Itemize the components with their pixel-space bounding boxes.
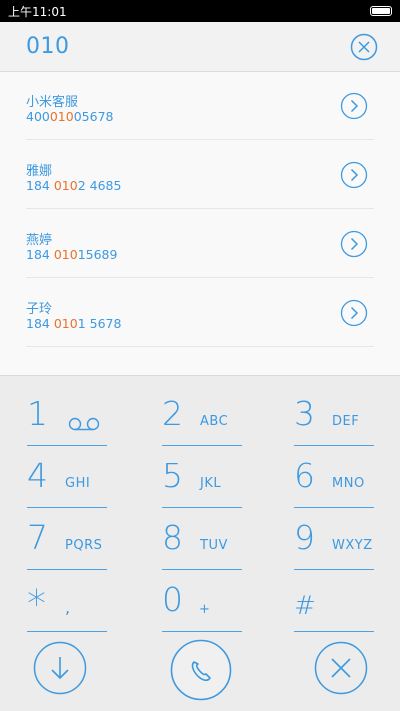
contact-results-list: 小米客服 40001005678 雅娜 184 0102 4685 燕婷 184… [0, 72, 400, 376]
match-highlight: 010 [53, 247, 78, 262]
key-letters: PQRS [65, 538, 103, 553]
key-letters: , [65, 598, 71, 617]
match-highlight: 010 [49, 109, 74, 124]
key-digit: * [27, 582, 46, 626]
key-star[interactable]: * , [27, 582, 107, 632]
key-2[interactable]: 2 ABC [162, 396, 242, 446]
key-8[interactable]: 8 TUV [162, 520, 242, 570]
key-letters: WXYZ [332, 538, 373, 553]
key-letters: JKL [200, 476, 222, 491]
contact-item[interactable]: 雅娜 184 0102 4685 [0, 141, 400, 209]
voicemail-icon [68, 417, 100, 431]
key-letters: + [199, 602, 211, 617]
key-1[interactable]: 1 [27, 396, 107, 446]
chevron-right-icon[interactable] [340, 299, 368, 327]
close-circle-icon[interactable] [350, 33, 378, 61]
key-letters: ABC [200, 414, 229, 429]
contact-name: 子玲 [26, 302, 53, 317]
key-9[interactable]: 9 WXYZ [294, 520, 374, 570]
key-0[interactable]: 0 + [162, 582, 242, 632]
contact-name: 燕婷 [26, 233, 53, 248]
key-digit: 7 [27, 518, 48, 557]
key-5[interactable]: 5 JKL [162, 458, 242, 508]
key-3[interactable]: 3 DEF [294, 396, 374, 446]
contact-number: 184 0101 5678 [26, 316, 122, 331]
contact-item[interactable]: 子玲 184 0101 5678 [0, 279, 400, 347]
contact-number: 184 0102 4685 [26, 178, 122, 193]
contact-item[interactable]: 小米客服 40001005678 [0, 72, 400, 140]
key-letters: GHI [65, 476, 91, 491]
key-digit: 0 [162, 580, 183, 619]
key-4[interactable]: 4 GHI [27, 458, 107, 508]
chevron-right-icon[interactable] [340, 230, 368, 258]
key-digit: 8 [162, 518, 183, 557]
key-digit: 3 [294, 394, 315, 433]
key-digit: 9 [294, 518, 315, 557]
arrow-down-circle-icon[interactable] [33, 641, 87, 695]
key-digit: 6 [294, 456, 315, 495]
key-digit: 1 [27, 394, 48, 433]
key-7[interactable]: 7 PQRS [27, 520, 107, 570]
chevron-right-icon[interactable] [340, 161, 368, 189]
status-time: 上午11:01 [8, 5, 67, 19]
phone-icon[interactable] [170, 639, 232, 701]
key-digit: 5 [162, 456, 183, 495]
key-6[interactable]: 6 MNO [294, 458, 374, 508]
key-letters: DEF [332, 414, 360, 429]
match-highlight: 010 [53, 178, 78, 193]
dialed-number-bar: 010 [0, 22, 400, 72]
key-digit: # [294, 591, 316, 621]
key-letters: TUV [200, 538, 228, 553]
close-circle-icon[interactable] [314, 641, 368, 695]
key-hash[interactable]: # [294, 582, 374, 632]
contact-number: 184 01015689 [26, 247, 118, 262]
match-highlight: 010 [53, 316, 78, 331]
dialpad: 1 2 ABC 3 DEF 4 GHI 5 JKL 6 MNO 7 PQRS 8… [0, 377, 400, 711]
contact-item[interactable]: 燕婷 184 01015689 [0, 210, 400, 278]
contact-number: 40001005678 [26, 109, 114, 124]
key-letters: MNO [332, 476, 365, 491]
contact-name: 雅娜 [26, 164, 53, 179]
battery-icon [370, 6, 392, 16]
key-digit: 2 [162, 394, 183, 433]
status-bar: 上午11:01 [0, 0, 400, 22]
chevron-right-icon[interactable] [340, 92, 368, 120]
key-digit: 4 [27, 456, 48, 495]
dialed-number[interactable]: 010 [26, 34, 70, 59]
contact-name: 小米客服 [26, 95, 79, 110]
